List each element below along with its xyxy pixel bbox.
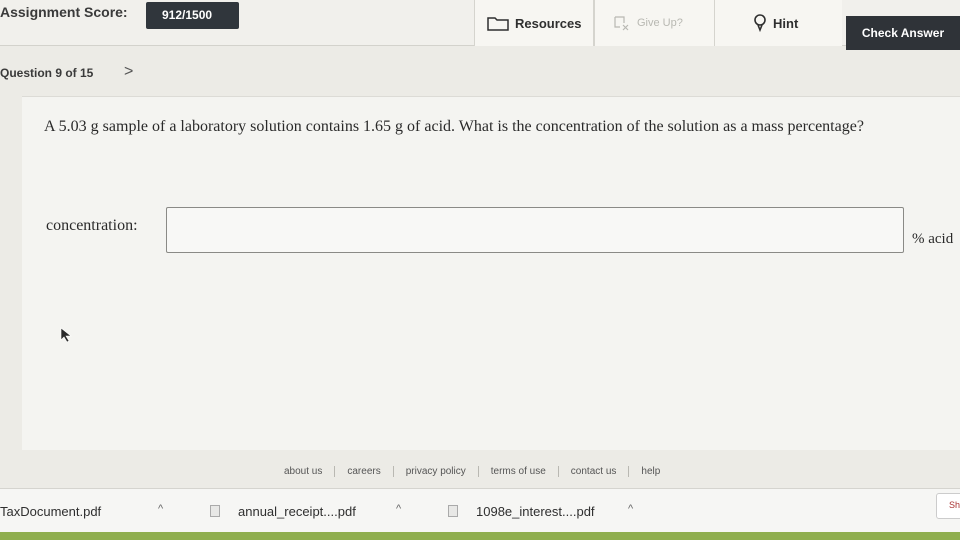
os-taskbar [0, 532, 960, 540]
resources-label: Resources [515, 15, 582, 31]
footer-link-privacy[interactable]: privacy policy [394, 465, 479, 477]
pdf-file-icon [210, 505, 220, 517]
footer-link-careers[interactable]: careers [335, 465, 394, 477]
footer-link-contact[interactable]: contact us [559, 465, 630, 477]
mouse-pointer-icon [60, 327, 74, 348]
give-up-label: Give Up? [637, 17, 683, 29]
show-all-button[interactable]: Sh [936, 493, 960, 519]
download-filename: TaxDocument.pdf [0, 503, 102, 519]
top-toolbar: Assignment Score: 912/1500 Resources Giv… [0, 0, 960, 46]
assignment-score-badge: 912/1500 [146, 2, 239, 29]
concentration-label: concentration: [46, 217, 138, 234]
assignment-score-label: Assignment Score: [0, 4, 128, 20]
pdf-file-icon [448, 505, 458, 517]
give-up-button[interactable]: Give Up? [594, 0, 714, 46]
check-answer-button[interactable]: Check Answer [846, 16, 960, 50]
next-question-chevron-icon[interactable]: > [124, 63, 133, 81]
concentration-input[interactable] [166, 207, 904, 253]
footer-link-help[interactable]: help [629, 466, 672, 477]
download-bar: TaxDocument.pdf ^ annual_receipt....pdf … [0, 488, 960, 532]
hint-button[interactable]: Hint [714, 0, 842, 46]
chevron-up-icon[interactable]: ^ [628, 503, 633, 515]
footer-link-about[interactable]: about us [272, 465, 336, 477]
download-item[interactable]: annual_receipt....pdf [210, 489, 356, 533]
question-text: A 5.03 g sample of a laboratory solution… [44, 118, 864, 135]
lightbulb-icon [753, 14, 767, 32]
question-counter: Question 9 of 15 [0, 66, 94, 80]
question-card: A 5.03 g sample of a laboratory solution… [22, 96, 960, 450]
footer-link-terms[interactable]: terms of use [479, 465, 559, 477]
download-item[interactable]: TaxDocument.pdf [0, 489, 101, 533]
download-filename: annual_receipt....pdf [238, 503, 356, 519]
give-up-icon [613, 15, 631, 31]
footer-links: about us careers privacy policy terms of… [272, 462, 672, 480]
folder-icon [487, 15, 509, 31]
chevron-up-icon[interactable]: ^ [396, 503, 401, 515]
download-item[interactable]: 1098e_interest....pdf [448, 489, 595, 533]
hint-label: Hint [773, 15, 799, 31]
resources-button[interactable]: Resources [474, 0, 594, 46]
unit-label: % acid [912, 231, 954, 247]
chevron-up-icon[interactable]: ^ [158, 503, 163, 515]
download-filename: 1098e_interest....pdf [476, 503, 595, 519]
